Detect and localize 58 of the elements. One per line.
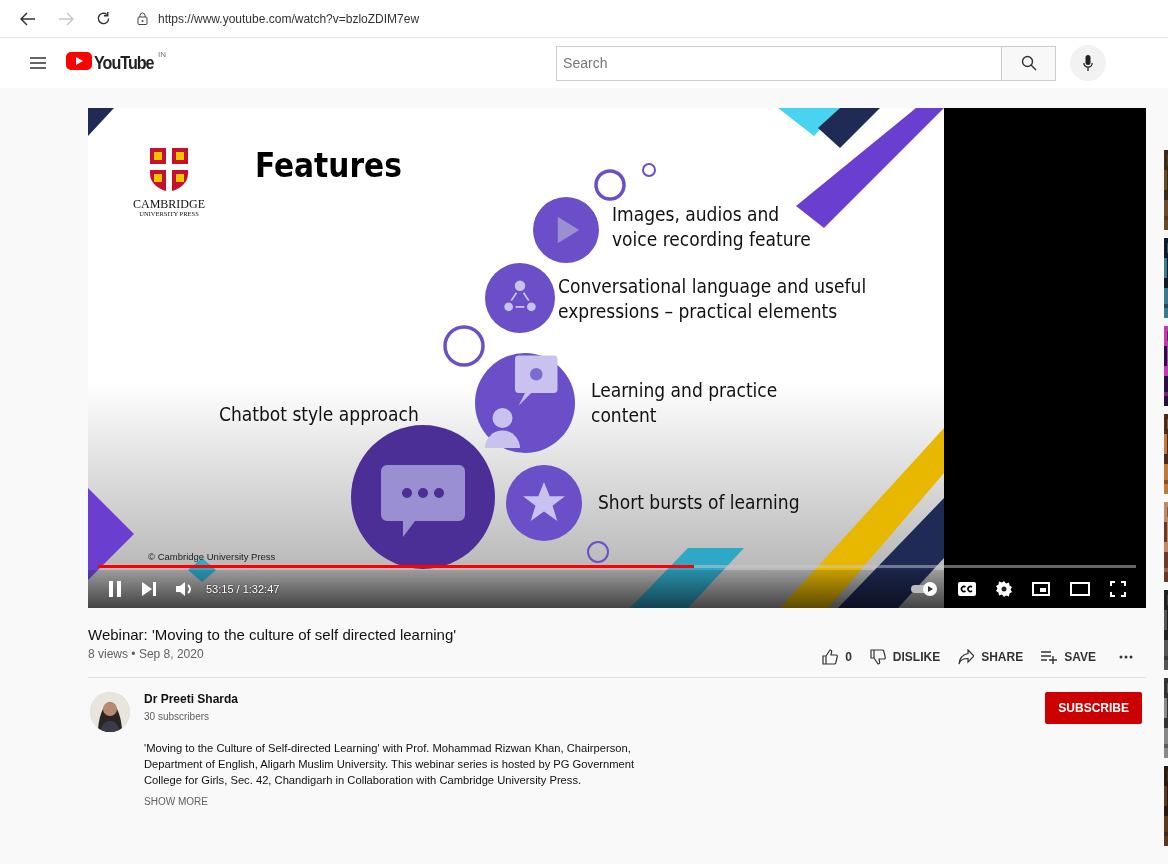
time-display: 53:15 / 1:32:47 — [206, 583, 280, 595]
feature-text: Chatbot style approach — [219, 402, 419, 427]
country-code: IN — [158, 50, 167, 59]
ring-decoration — [587, 541, 609, 563]
subscribe-button[interactable]: SUBSCRIBE — [1045, 692, 1142, 724]
play-icon — [533, 197, 599, 263]
pause-icon[interactable] — [108, 581, 122, 597]
idea-icon — [475, 353, 575, 453]
feature-text: Learning and practice content — [591, 378, 778, 428]
thumbs-down-icon — [869, 649, 886, 665]
reload-icon[interactable] — [96, 11, 111, 26]
microphone-icon — [1083, 54, 1094, 72]
chat-icon — [351, 425, 495, 569]
menu-icon[interactable] — [30, 57, 46, 69]
feature-text: Short bursts of learning — [598, 490, 800, 515]
miniplayer-icon[interactable] — [1032, 582, 1050, 596]
crest-icon — [150, 148, 188, 192]
ring-decoration — [642, 163, 656, 177]
feature-text: Images, audios and voice recording feature — [612, 202, 811, 252]
dislike-button[interactable]: DISLIKE — [869, 649, 941, 665]
ring-decoration — [443, 325, 485, 367]
autoplay-toggle[interactable] — [910, 582, 938, 596]
view-stats: 8 views • Sep 8, 2020 — [88, 647, 204, 661]
thumbs-up-icon — [822, 649, 839, 665]
voice-search-button[interactable] — [1070, 45, 1107, 81]
search-button[interactable] — [1002, 45, 1057, 81]
share-arrow-icon — [958, 649, 975, 665]
decorative-triangle — [88, 108, 114, 136]
show-more-link[interactable]: SHOW MORE — [144, 796, 208, 807]
settings-icon[interactable] — [996, 581, 1012, 597]
back-icon[interactable] — [20, 11, 36, 26]
people-icon — [485, 263, 555, 333]
lock-icon — [137, 12, 148, 25]
slide-title: Features — [255, 146, 402, 185]
fullscreen-icon[interactable] — [1110, 581, 1126, 597]
search-icon — [1020, 55, 1037, 71]
save-button[interactable]: SAVE — [1041, 649, 1096, 665]
feature-text: Conversational language and useful expressions – practical elements — [558, 274, 867, 324]
channel-name[interactable]: Dr Preeti Sharda — [144, 692, 1046, 706]
copyright-text: © Cambridge University Press — [148, 551, 276, 562]
next-icon[interactable] — [142, 582, 156, 596]
ring-decoration — [594, 169, 626, 201]
subscriber-count: 30 subscribers — [144, 711, 211, 722]
address-bar[interactable]: https://www.youtube.com/watch?v=bzloZDIM7ew — [158, 11, 420, 26]
share-button[interactable]: SHARE — [958, 649, 1024, 665]
channel-avatar[interactable] — [90, 692, 130, 732]
decorative-triangle — [778, 108, 840, 136]
captions-icon[interactable] — [958, 582, 976, 596]
progress-bar[interactable] — [98, 565, 1136, 568]
volume-icon[interactable] — [176, 581, 194, 597]
search-field[interactable]: Search — [556, 45, 1003, 81]
video-description: 'Moving to the Culture of Self-directed Learning' with Prof. Mohammad Rizwan Khan, Chairperson, Department of English, Aligarh Muslim University. This webinar series is hosted by PG Government College for Girls, Sec. 42, Chandigarh in Collaboration with Cambridge University Press. — [144, 741, 636, 788]
like-button[interactable]: 0 — [822, 649, 852, 665]
video-title: Webinar: 'Moving to the culture of self directed learning' — [88, 626, 458, 643]
logo-icon — [66, 52, 92, 70]
theater-mode-icon[interactable] — [1070, 582, 1090, 596]
logo-text[interactable]: YouTube — [94, 52, 154, 74]
playlist-add-icon — [1041, 649, 1058, 665]
